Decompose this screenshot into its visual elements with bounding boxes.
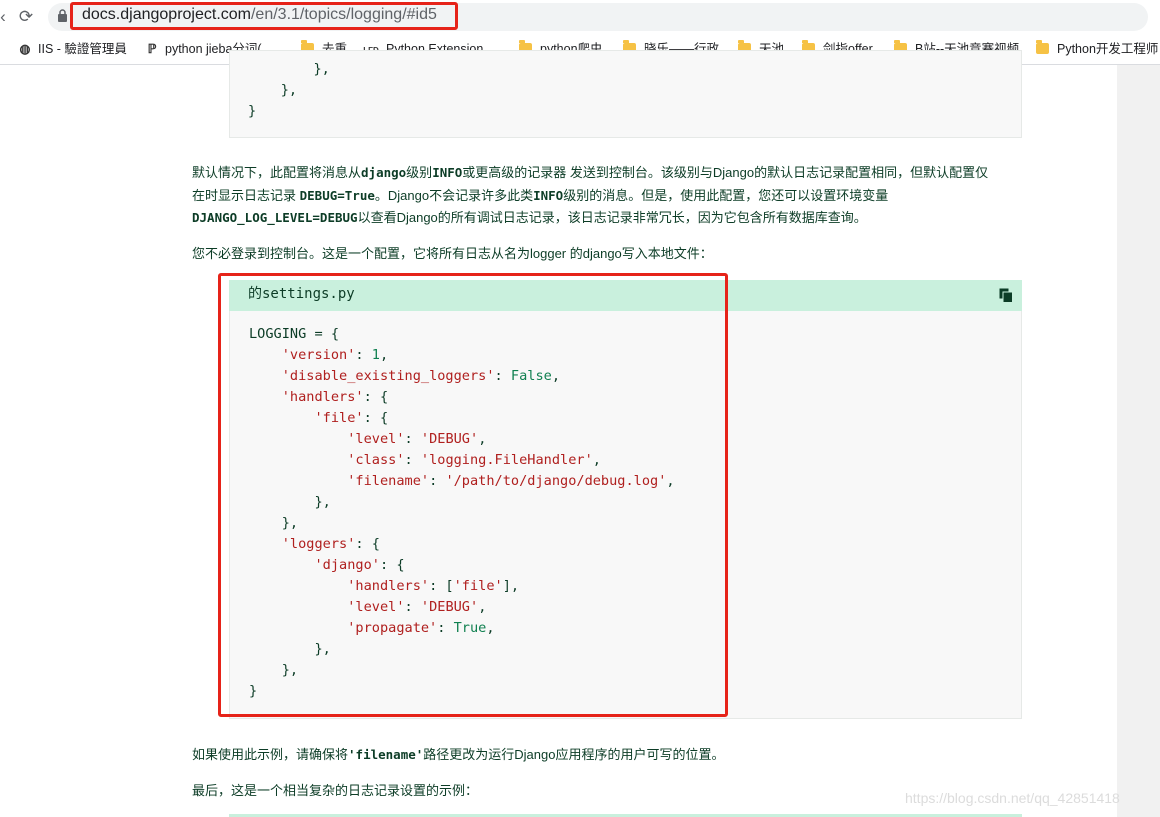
copy-icon[interactable]	[999, 288, 1013, 303]
bookmark-label: Python开发工程师	[1057, 42, 1159, 56]
python-icon: ℙ	[147, 42, 157, 56]
watermark: https://blog.csdn.net/qq_42851418	[905, 790, 1120, 806]
paragraph-default-config: 默认情况下，此配置将消息从django级别INFO或更高级的记录器 发送到控制台…	[192, 165, 989, 180]
bookmark-item[interactable]: Python开发工程师	[1036, 40, 1158, 58]
inline-code: DEBUG=True	[299, 188, 375, 203]
back-icon[interactable]: ‹	[0, 6, 14, 28]
bookmark-label: IIS - 驗證管理員	[38, 42, 127, 56]
globe-icon: ◍	[19, 42, 31, 56]
bookmark-apps-fragment[interactable]	[0, 40, 8, 58]
paragraph-default-config-line3: DJANGO_LOG_LEVEL=DEBUG以查看Django的所有调试日志记录…	[192, 210, 867, 225]
inline-code: INFO	[533, 188, 564, 203]
code-highlight-box	[218, 273, 728, 717]
inline-code: 'filename'	[348, 747, 424, 762]
reload-icon[interactable]: ⟳	[15, 6, 37, 28]
previous-code-tail: }, }, }	[248, 61, 330, 119]
lock-icon	[58, 9, 67, 22]
browser-toolbar: ‹ ⟳ docs.djangoproject.com/en/3.1/topics…	[0, 0, 1160, 34]
paragraph-log-to-file: 您不必登录到控制台。这是一个配置，它将所有日志从名为logger 的django…	[192, 246, 713, 261]
bookmark-item[interactable]: ◍ IIS - 驗證管理員	[18, 40, 127, 58]
previous-code-block	[229, 50, 1022, 138]
paragraph-filename-note: 如果使用此示例，请确保将'filename'路径更改为运行Django应用程序的…	[192, 747, 725, 762]
url-highlight-box	[70, 2, 458, 30]
page-scrollbar[interactable]	[1117, 65, 1160, 817]
folder-icon	[1036, 40, 1049, 54]
inline-code: django	[361, 165, 407, 180]
paragraph-complex-example: 最后，这是一个相当复杂的日志记录设置的示例：	[192, 783, 479, 798]
inline-code: DJANGO_LOG_LEVEL=DEBUG	[192, 210, 358, 225]
paragraph-default-config-line2: 在时显示日志记录 DEBUG=True。Django不会记录许多此类INFO级别…	[192, 188, 889, 203]
inline-code: INFO	[432, 165, 463, 180]
